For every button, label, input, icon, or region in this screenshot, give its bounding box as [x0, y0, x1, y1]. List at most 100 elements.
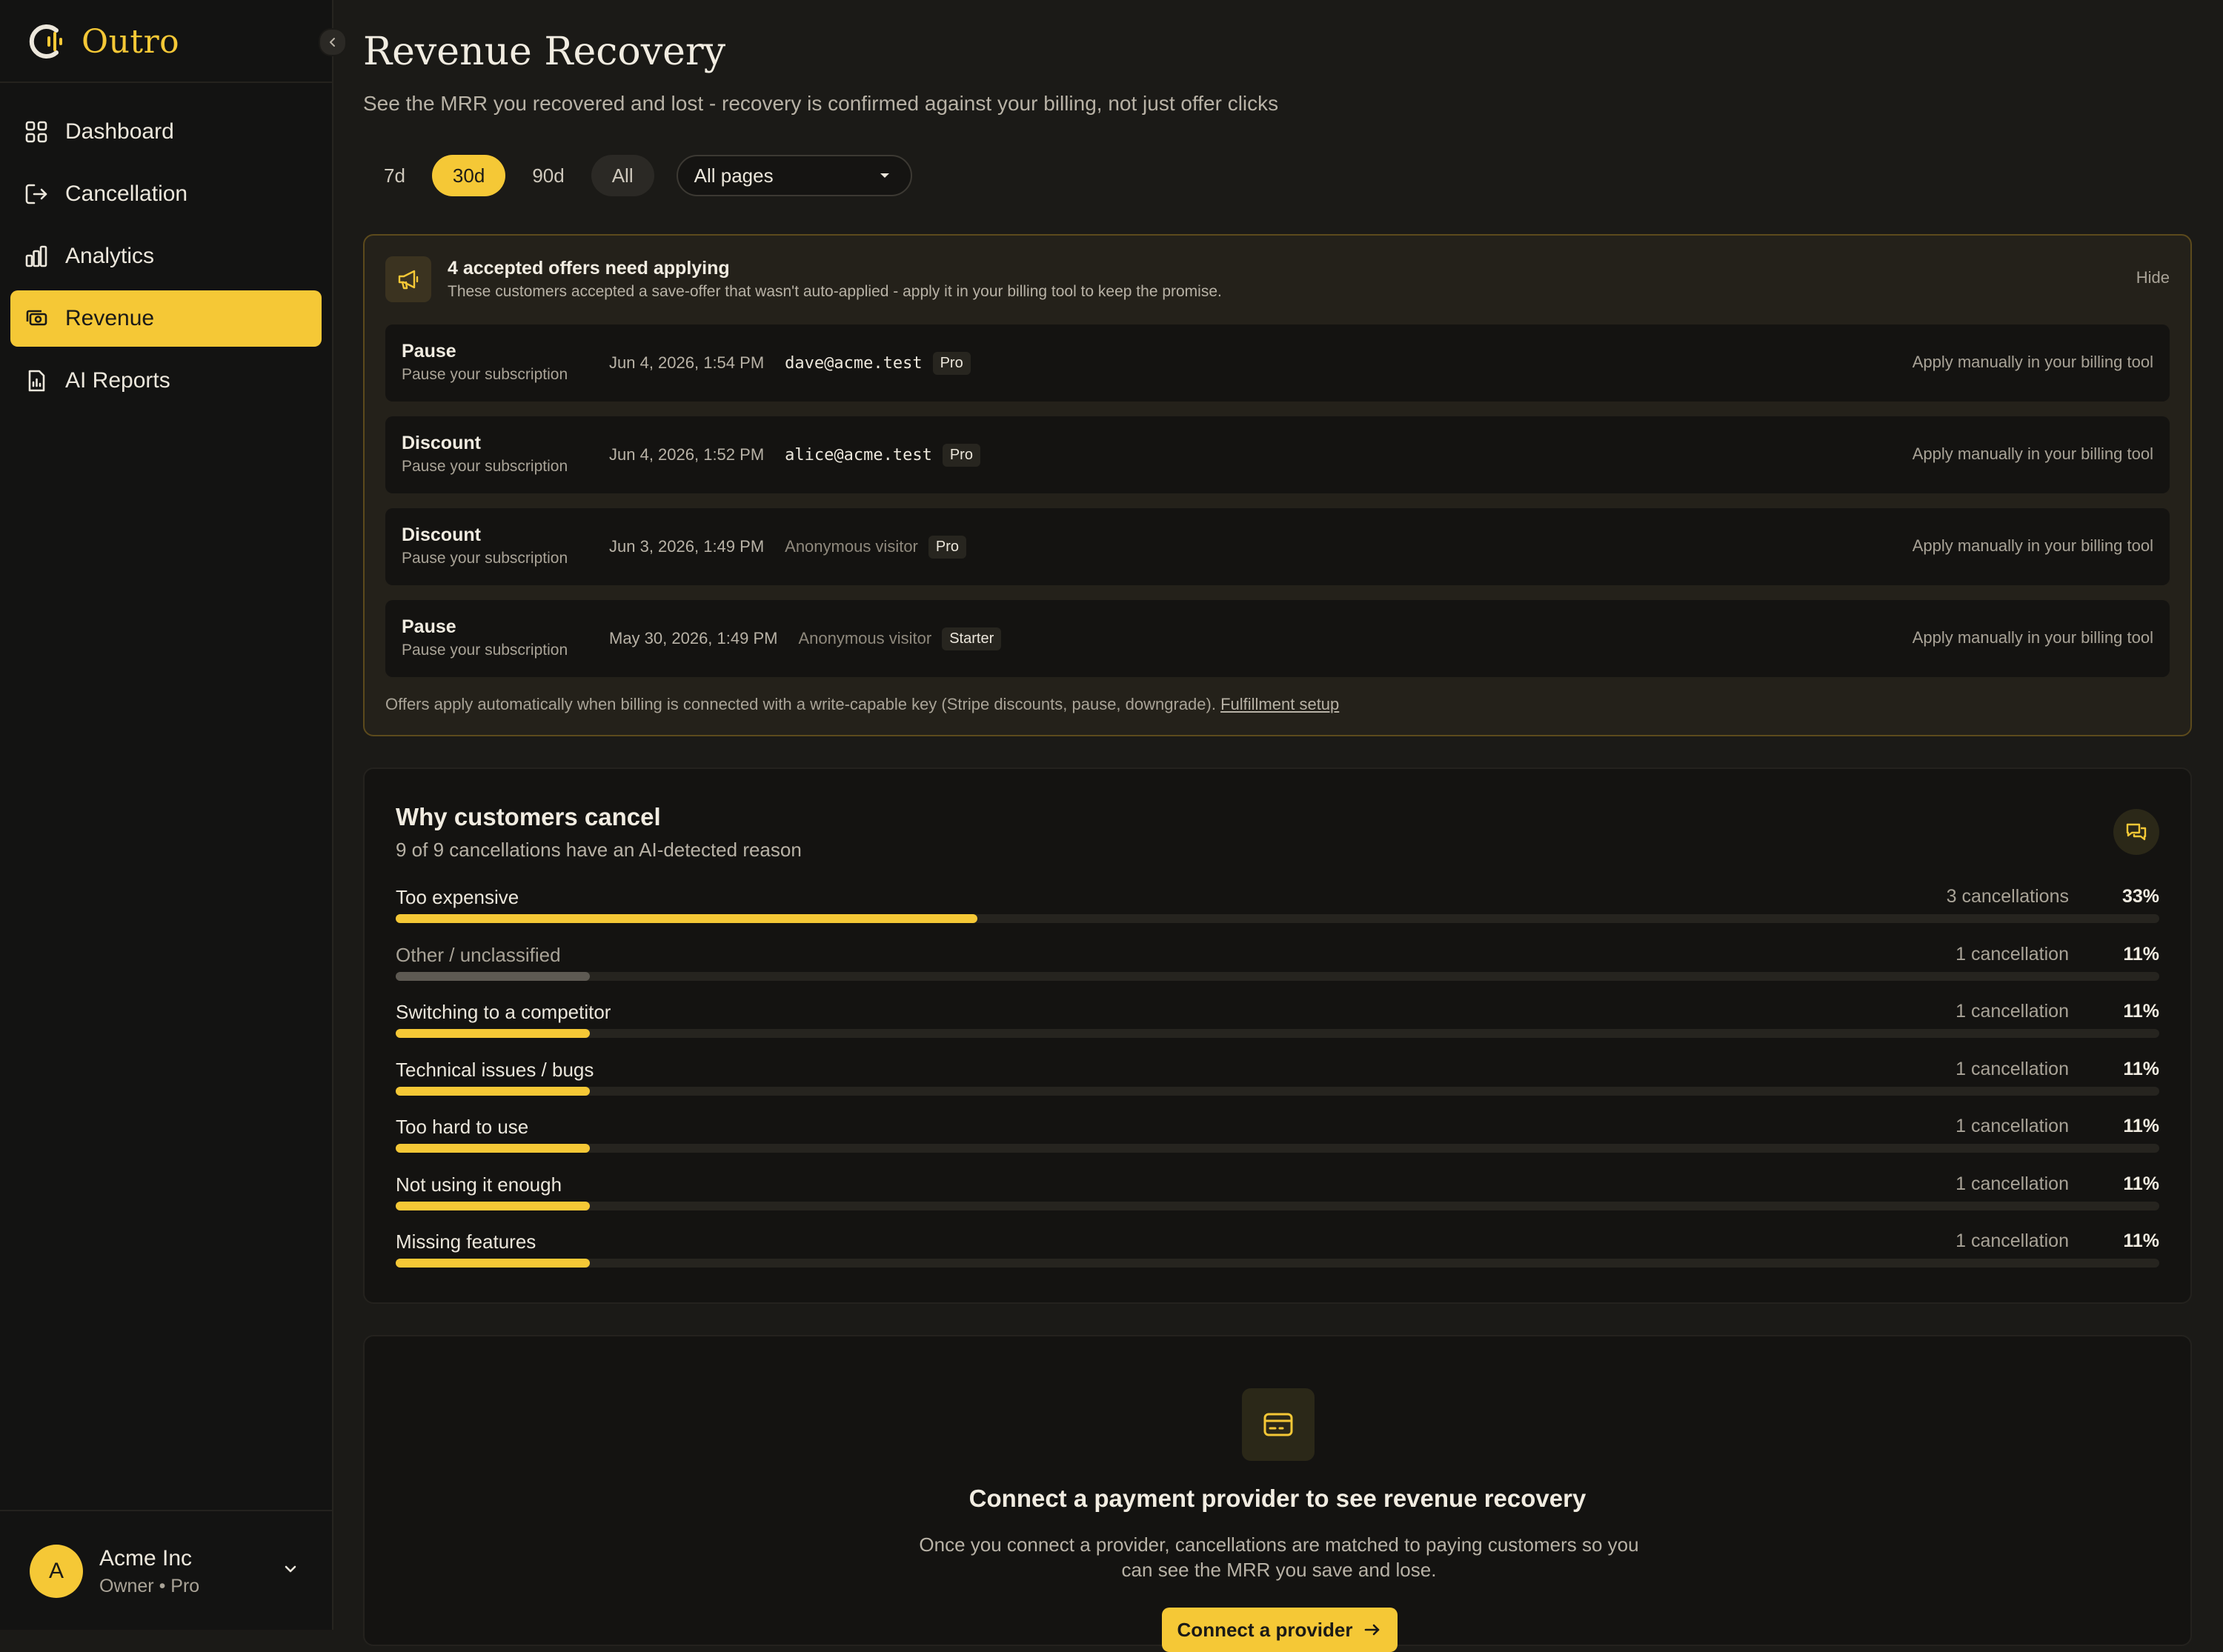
offer-description: Pause your subscription — [402, 366, 568, 383]
reason-label: Missing features — [396, 1230, 536, 1253]
report-icon — [28, 370, 45, 392]
offer-customer: Anonymous visitor — [798, 629, 932, 647]
offers-subtitle: These customers accepted a save-offer th… — [448, 283, 1222, 300]
brand[interactable]: Outro — [25, 18, 179, 65]
avatar: A — [30, 1545, 83, 1598]
outro-logo-icon — [29, 24, 62, 59]
pending-offers-panel: 4 accepted offers need applying These cu… — [363, 234, 2192, 736]
reason-row: Too hard to use 1 cancellation 11% — [396, 1116, 2159, 1162]
sidebar-item-label: Cancellation — [65, 181, 188, 206]
offer-row[interactable]: Discount Pause your subscription Jun 4, … — [385, 416, 2170, 493]
reason-label: Not using it enough — [396, 1173, 562, 1196]
reason-bar-fill — [396, 971, 590, 981]
brand-name: Outro — [82, 22, 180, 61]
offer-row[interactable]: Pause Pause your subscription Jun 4, 202… — [385, 324, 2170, 402]
filters: 7d 30d 90d All All pages — [363, 154, 912, 197]
reason-percent: 11% — [2123, 1116, 2159, 1136]
plan-badge: Pro — [942, 443, 980, 467]
offer-description: Pause your subscription — [402, 458, 568, 475]
offer-row[interactable]: Pause Pause your subscription May 30, 20… — [385, 600, 2170, 677]
reason-label: Too hard to use — [396, 1116, 529, 1138]
sidebar-item-cancellation[interactable]: Cancellation — [10, 166, 322, 222]
sidebar-item-ai-reports[interactable]: AI Reports — [10, 353, 322, 409]
offer-action: Apply manually in your billing tool — [1912, 628, 2153, 647]
reason-bar-fill — [396, 1259, 590, 1268]
arrow-right-icon — [1365, 1624, 1380, 1636]
offers-title: 4 accepted offers need applying — [448, 258, 730, 279]
reason-bar-track — [396, 1201, 2159, 1210]
reason-percent: 33% — [2121, 886, 2159, 907]
reason-count: 1 cancellation — [1955, 1001, 2069, 1022]
range-90d-button[interactable]: 90d — [511, 155, 585, 196]
chevron-left-icon — [330, 38, 335, 47]
sidebar-item-dashboard[interactable]: Dashboard — [10, 104, 322, 160]
chevron-down-icon — [285, 1565, 296, 1573]
offer-customer: Anonymous visitor — [785, 537, 918, 556]
sidebar-item-analytics[interactable]: Analytics — [10, 228, 322, 284]
reason-bar-track — [396, 1029, 2159, 1038]
offer-customer: dave@acme.test — [785, 353, 923, 373]
account-switcher[interactable]: A Acme Inc Owner • Pro — [0, 1510, 332, 1631]
divider — [0, 81, 332, 83]
chat-bubbles-icon — [2126, 823, 2147, 841]
reason-bar-fill — [396, 1086, 590, 1096]
reason-count: 1 cancellation — [1955, 1058, 2069, 1079]
reason-percent: 11% — [2123, 1173, 2159, 1194]
sidebar: Outro Dashboard Cancellation Analytics R… — [0, 0, 347, 1631]
range-all-button[interactable]: All — [591, 155, 654, 196]
exit-icon — [25, 184, 47, 204]
reason-row: Too expensive 3 cancellations 33% — [396, 886, 2159, 932]
hide-button[interactable]: Hide — [2136, 268, 2170, 287]
money-icon — [26, 310, 47, 326]
offers-footer-text: Offers apply automatically when billing … — [385, 695, 1216, 713]
sidebar-item-label: Dashboard — [65, 119, 174, 144]
reason-percent: 11% — [2123, 1001, 2159, 1022]
card-icon — [1242, 1388, 1315, 1461]
dashboard-grid-icon — [25, 121, 47, 143]
connect-provider-panel: Connect a payment provider to see revenu… — [363, 1335, 2192, 1652]
reason-bar-track — [396, 1259, 2159, 1268]
offer-date: Jun 4, 2026, 1:52 PM — [609, 445, 765, 464]
caret-down-icon — [880, 173, 889, 178]
offer-date: May 30, 2026, 1:49 PM — [609, 629, 778, 647]
reason-bar-track — [396, 971, 2159, 981]
reason-bar-fill — [396, 1144, 590, 1153]
offer-customer: alice@acme.test — [785, 445, 932, 464]
fulfillment-setup-link[interactable]: Fulfillment setup — [1220, 695, 1339, 713]
reason-count: 3 cancellations — [1946, 886, 2069, 907]
reason-row: Switching to a competitor 1 cancellation 1… — [396, 1001, 2159, 1047]
offer-row[interactable]: Discount Pause your subscription Jun 3, … — [385, 508, 2170, 585]
cancel-reasons-panel: Why customers cancel 9 of 9 cancellation… — [363, 767, 2192, 1304]
range-30d-button[interactable]: 30d — [431, 155, 506, 196]
connect-title: Connect a payment provider to see revenu… — [968, 1485, 1586, 1512]
plan-badge: Pro — [932, 351, 971, 375]
reason-bar-fill — [396, 914, 978, 923]
offers-footer: Offers apply automatically when billing … — [385, 695, 1339, 714]
offer-action: Apply manually in your billing tool — [1912, 444, 2153, 463]
reason-bar-fill — [396, 1029, 590, 1038]
reason-row: Not using it enough 1 cancellation 11% — [396, 1173, 2159, 1219]
connect-provider-label: Connect a provider — [1177, 1618, 1353, 1641]
bar-chart-icon — [25, 245, 47, 267]
pages-select-value: All pages — [694, 164, 774, 187]
reason-bar-track — [396, 1086, 2159, 1096]
offer-date: Jun 4, 2026, 1:54 PM — [609, 353, 765, 372]
reason-row: Technical issues / bugs 1 cancellation 11% — [396, 1059, 2159, 1105]
offer-description: Pause your subscription — [402, 642, 568, 659]
account-name: Acme Inc — [99, 1545, 193, 1571]
reason-label: Other / unclassified — [396, 943, 561, 966]
reason-label: Switching to a competitor — [396, 1001, 611, 1023]
reason-count: 1 cancellation — [1955, 943, 2069, 965]
range-7d-button[interactable]: 7d — [363, 155, 426, 196]
offer-action: Apply manually in your billing tool — [1912, 353, 2153, 371]
feedback-button[interactable] — [2113, 809, 2159, 855]
reason-label: Technical issues / bugs — [396, 1058, 594, 1081]
plan-badge: Pro — [928, 535, 967, 559]
reason-bar-track — [396, 914, 2159, 923]
collapse-sidebar-button[interactable] — [319, 28, 347, 56]
reasons-title: Why customers cancel — [396, 803, 661, 830]
sidebar-item-revenue[interactable]: Revenue — [10, 290, 322, 347]
pages-select[interactable]: All pages — [676, 155, 912, 196]
connect-provider-button[interactable]: Connect a provider — [1162, 1608, 1398, 1652]
reason-count: 1 cancellation — [1955, 1116, 2069, 1136]
